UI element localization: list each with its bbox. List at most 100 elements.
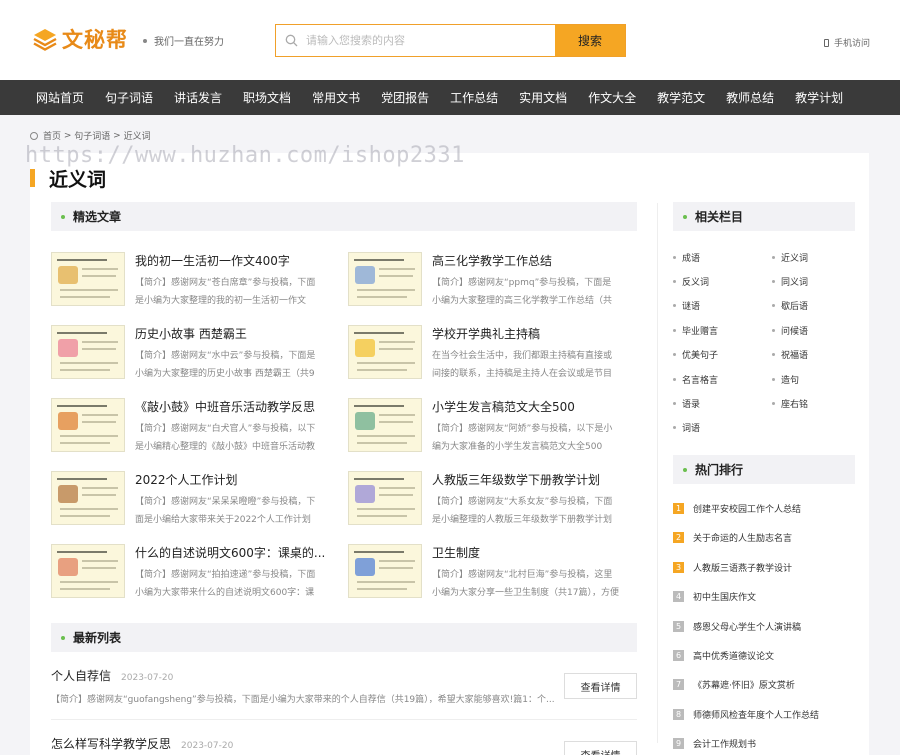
breadcrumb-category[interactable]: 句子词语 bbox=[74, 129, 110, 142]
article-title[interactable]: 人教版三年级数学下册教学计划 bbox=[432, 471, 632, 488]
article-title[interactable]: 什么的自述说明文600字：课桌的... bbox=[135, 544, 335, 561]
article-card[interactable]: 学校开学典礼主持稿 在当今社会生活中，我们都跟主持稿有直接或间接的联系，主持稿是… bbox=[348, 325, 638, 380]
related-link[interactable]: 座右铭 bbox=[772, 397, 808, 410]
nav-item-practical[interactable]: 实用文档 bbox=[519, 89, 567, 106]
article-title[interactable]: 《敲小鼓》中班音乐活动教学反思 bbox=[135, 398, 335, 415]
article-thumbnail[interactable] bbox=[348, 471, 422, 525]
article-card[interactable]: 小学生发言稿范文大全500 【简介】感谢网友“阿娇”参与投稿，以下是小编为大家准… bbox=[348, 398, 638, 453]
hot-heading: 热门排行 bbox=[673, 455, 855, 484]
breadcrumb-sep: > bbox=[61, 130, 75, 141]
article-summary: 【简介】感谢网友“阿娇”参与投稿，以下是小编为大家准备的小学生发言稿范文大全50… bbox=[432, 424, 613, 452]
site-logo[interactable]: 文秘帮 bbox=[32, 24, 128, 54]
page-title-text: 近义词 bbox=[49, 168, 107, 191]
view-details-button[interactable]: 查看详情 bbox=[564, 741, 637, 755]
mobile-link[interactable]: 手机访问 bbox=[824, 36, 870, 49]
article-title[interactable]: 卫生制度 bbox=[432, 544, 632, 561]
nav-item-sentences[interactable]: 句子词语 bbox=[105, 89, 153, 106]
view-details-button[interactable]: 查看详情 bbox=[564, 673, 637, 699]
layers-logo-icon bbox=[33, 29, 57, 51]
article-card[interactable]: 卫生制度 【简介】感谢网友“北村巨海”参与投稿，这里小编为大家分享一些卫生制度（… bbox=[348, 544, 638, 599]
rank-item[interactable]: 5 感恩父母心学生个人演讲稿 bbox=[673, 620, 801, 633]
column-divider bbox=[657, 203, 658, 743]
related-link[interactable]: 毕业赠言 bbox=[673, 324, 718, 337]
article-title[interactable]: 历史小故事 西楚霸王 bbox=[135, 325, 335, 342]
related-link[interactable]: 词语 bbox=[673, 421, 700, 434]
article-card[interactable]: 历史小故事 西楚霸王 【简介】感谢网友“水中云”参与投稿，下面是小编为大家整理的… bbox=[51, 325, 341, 380]
article-title[interactable]: 高三化学教学工作总结 bbox=[432, 252, 632, 269]
article-title[interactable]: 2022个人工作计划 bbox=[135, 471, 335, 488]
article-title[interactable]: 我的初一生活初一作文400字 bbox=[135, 252, 335, 269]
nav-item-teaching[interactable]: 教学范文 bbox=[657, 89, 705, 106]
nav-item-teaching-plan[interactable]: 教学计划 bbox=[795, 89, 843, 106]
nav-item-work-summary[interactable]: 工作总结 bbox=[450, 89, 498, 106]
slogan: 我们一直在努力 bbox=[143, 33, 224, 48]
rank-item[interactable]: 1 创建平安校园工作个人总结 bbox=[673, 502, 801, 515]
article-title[interactable]: 学校开学典礼主持稿 bbox=[432, 325, 632, 342]
related-link[interactable]: 同义词 bbox=[772, 275, 808, 288]
related-link[interactable]: 问候语 bbox=[772, 324, 808, 337]
nav-item-teacher-summary[interactable]: 教师总结 bbox=[726, 89, 774, 106]
site-header: 文秘帮 我们一直在努力 搜索 手机访问 bbox=[0, 0, 900, 80]
rank-item[interactable]: 4 初中生国庆作文 bbox=[673, 590, 756, 603]
article-thumbnail[interactable] bbox=[51, 325, 125, 379]
related-link[interactable]: 优美句子 bbox=[673, 348, 718, 361]
rank-item[interactable]: 8 师德师风检查年度个人工作总结 bbox=[673, 708, 819, 721]
rank-item[interactable]: 9 会计工作规划书 bbox=[673, 737, 756, 750]
hot-heading-text: 热门排行 bbox=[695, 463, 744, 477]
article-thumbnail[interactable] bbox=[51, 398, 125, 452]
nav-item-documents[interactable]: 常用文书 bbox=[312, 89, 360, 106]
featured-heading-text: 精选文章 bbox=[73, 210, 122, 224]
article-thumbnail[interactable] bbox=[348, 544, 422, 598]
article-card[interactable]: 什么的自述说明文600字：课桌的... 【简介】感谢网友“拍拍速递”参与投稿，下… bbox=[51, 544, 341, 599]
related-link[interactable]: 祝福语 bbox=[772, 348, 808, 361]
slogan-text: 我们一直在努力 bbox=[154, 37, 224, 48]
article-thumbnail[interactable] bbox=[51, 252, 125, 306]
search-input[interactable] bbox=[306, 25, 555, 56]
related-link[interactable]: 语录 bbox=[673, 397, 700, 410]
article-card[interactable]: 2022个人工作计划 【简介】感谢网友“呆呆呆瞪瞪”参与投稿，下面是小编给大家带… bbox=[51, 471, 341, 526]
nav-item-workplace[interactable]: 职场文档 bbox=[243, 89, 291, 106]
breadcrumb: 首页 > 句子词语 > 近义词 bbox=[30, 129, 151, 142]
related-link[interactable]: 成语 bbox=[673, 251, 700, 264]
latest-heading-text: 最新列表 bbox=[73, 631, 122, 645]
article-summary: 【简介】感谢网友“拍拍速递”参与投稿，下面小编为大家带来什么的自述说明文600字… bbox=[135, 570, 316, 598]
breadcrumb-sep: > bbox=[110, 130, 124, 141]
rank-item[interactable]: 3 人教版三语燕子教学设计 bbox=[673, 561, 792, 574]
related-link[interactable]: 近义词 bbox=[772, 251, 808, 264]
news-title[interactable]: 个人自荐信 bbox=[51, 669, 111, 683]
nav-item-essays[interactable]: 作文大全 bbox=[588, 89, 636, 106]
article-thumbnail[interactable] bbox=[51, 471, 125, 525]
article-card[interactable]: 《敲小鼓》中班音乐活动教学反思 【简介】感谢网友“白犬官人”参与投稿，以下是小编… bbox=[51, 398, 341, 453]
rank-item[interactable]: 2 关于命运的人生励志名言 bbox=[673, 531, 792, 544]
article-card[interactable]: 人教版三年级数学下册教学计划 【简介】感谢网友“大系女友”参与投稿，下面是小编整… bbox=[348, 471, 638, 526]
article-card[interactable]: 我的初一生活初一作文400字 【简介】感谢网友“苍白席章”参与投稿，下面是小编为… bbox=[51, 252, 341, 307]
related-link[interactable]: 谜语 bbox=[673, 299, 700, 312]
nav-item-home[interactable]: 网站首页 bbox=[36, 89, 84, 106]
news-date: 2023-07-20 bbox=[121, 673, 174, 683]
article-summary: 【简介】感谢网友“ppmq”参与投稿，下面是小编为大家整理的高三化学教学工作总结… bbox=[432, 278, 613, 306]
breadcrumb-home[interactable]: 首页 bbox=[43, 129, 61, 142]
article-summary: 【简介】感谢网友“白犬官人”参与投稿，以下是小编精心整理的《敲小鼓》中班音乐活动… bbox=[135, 424, 316, 452]
related-link[interactable]: 歇后语 bbox=[772, 299, 808, 312]
featured-heading: 精选文章 bbox=[51, 202, 637, 231]
related-link[interactable]: 反义词 bbox=[673, 275, 709, 288]
related-link[interactable]: 名言格言 bbox=[673, 373, 718, 386]
article-thumbnail[interactable] bbox=[348, 398, 422, 452]
nav-item-speeches[interactable]: 讲话发言 bbox=[174, 89, 222, 106]
related-link[interactable]: 造句 bbox=[772, 373, 799, 386]
article-thumbnail[interactable] bbox=[51, 544, 125, 598]
location-pin-icon bbox=[30, 131, 38, 140]
related-heading: 相关栏目 bbox=[673, 202, 855, 231]
article-title[interactable]: 小学生发言稿范文大全500 bbox=[432, 398, 632, 415]
nav-item-party-reports[interactable]: 党团报告 bbox=[381, 89, 429, 106]
rank-item[interactable]: 6 高中优秀道德议论文 bbox=[673, 649, 774, 662]
rank-item[interactable]: 7 《苏幕遮·怀旧》原文赏析 bbox=[673, 678, 795, 691]
article-thumbnail[interactable] bbox=[348, 325, 422, 379]
article-summary: 【简介】感谢网友“大系女友”参与投稿，下面是小编整理的人教版三年级数学下册教学计… bbox=[432, 497, 613, 525]
latest-heading: 最新列表 bbox=[51, 623, 637, 652]
search-button[interactable]: 搜索 bbox=[555, 25, 625, 56]
article-thumbnail[interactable] bbox=[348, 252, 422, 306]
news-title[interactable]: 怎么样写科学教学反思 bbox=[51, 737, 171, 751]
article-card[interactable]: 高三化学教学工作总结 【简介】感谢网友“ppmq”参与投稿，下面是小编为大家整理… bbox=[348, 252, 638, 307]
phone-icon bbox=[824, 38, 829, 47]
